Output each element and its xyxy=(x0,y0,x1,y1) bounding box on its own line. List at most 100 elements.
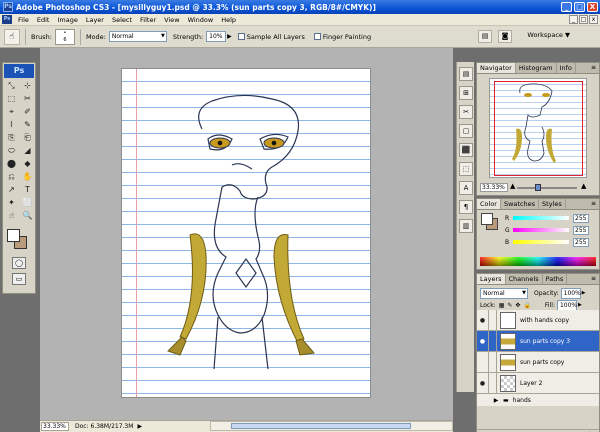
direct-select-icon[interactable]: ↗ xyxy=(4,184,19,196)
crop-tool-icon[interactable]: ✂ xyxy=(20,93,35,105)
lock-pixels-icon[interactable]: ✎ xyxy=(507,302,512,309)
green-value-input[interactable]: 255 xyxy=(573,225,589,235)
scroll-thumb[interactable] xyxy=(231,423,411,429)
workspace-menu[interactable]: Workspace ▼ xyxy=(527,31,570,39)
strength-arrow-icon[interactable]: ▶ xyxy=(227,33,232,40)
tab-navigator[interactable]: Navigator xyxy=(477,63,516,73)
foreground-color-swatch[interactable] xyxy=(7,229,20,242)
tab-swatches[interactable]: Swatches xyxy=(501,199,540,209)
brushes-panel-icon[interactable]: ▢ xyxy=(459,124,473,138)
layer-row-layer-2[interactable]: ● Layer 2 xyxy=(477,372,599,394)
menu-file[interactable]: File xyxy=(14,16,33,24)
zoom-out-icon[interactable]: ▲ xyxy=(510,182,515,190)
actions-panel-icon[interactable]: ⊞ xyxy=(459,86,473,100)
finger-painting-checkbox[interactable] xyxy=(313,33,321,40)
opacity-input[interactable]: 100% xyxy=(560,287,581,299)
gradient-tool-icon[interactable]: ⬭ xyxy=(4,145,19,157)
pen-tool-icon[interactable]: ◆ xyxy=(20,158,35,170)
zoom-slider-knob[interactable] xyxy=(535,184,541,191)
layer-link-slot[interactable] xyxy=(489,309,497,331)
layer-link-slot[interactable] xyxy=(489,330,497,352)
layer-row-sun-parts-copy-3[interactable]: ● sun parts copy 3 xyxy=(477,330,599,352)
hand-tool-icon[interactable]: ✋ xyxy=(20,171,35,183)
screen-mode-icon[interactable]: ▭ xyxy=(12,273,26,285)
layer-comps-icon[interactable]: ⬚ xyxy=(459,162,473,176)
history-brush-icon[interactable]: ⎘ xyxy=(4,132,19,144)
tab-info[interactable]: Info xyxy=(557,63,576,73)
menu-help[interactable]: Help xyxy=(217,16,240,24)
history-panel-icon[interactable]: ▤ xyxy=(459,67,473,81)
dodge-tool-icon[interactable]: ⬤ xyxy=(4,158,19,170)
menu-image[interactable]: Image xyxy=(53,16,81,24)
opacity-arrow-icon[interactable]: ▶ xyxy=(582,290,586,296)
navigator-zoom-field[interactable]: 33.33% xyxy=(480,183,508,192)
group-expand-arrow-icon[interactable]: ▶ xyxy=(489,397,503,404)
menu-filter[interactable]: Filter xyxy=(136,16,160,24)
eraser-tool-icon[interactable]: ⎗ xyxy=(20,132,35,144)
menu-window[interactable]: Window xyxy=(184,16,218,24)
lasso-tool-icon[interactable]: ⬚ xyxy=(4,93,19,105)
brush-picker[interactable]: • 6 xyxy=(54,28,75,45)
fill-arrow-icon[interactable]: ▶ xyxy=(578,302,582,308)
tab-histogram[interactable]: Histogram xyxy=(516,63,557,73)
layer-row-with-hands-copy[interactable]: ● with hands copy xyxy=(477,309,599,331)
layer-link-slot[interactable] xyxy=(489,351,497,373)
menu-layer[interactable]: Layer xyxy=(82,16,108,24)
blue-value-input[interactable]: 255 xyxy=(573,237,589,247)
styles-panel-icon[interactable]: ▥ xyxy=(459,219,473,233)
visibility-eye-icon[interactable]: ● xyxy=(477,309,489,331)
minimize-button[interactable]: _ xyxy=(561,2,572,12)
menu-edit[interactable]: Edit xyxy=(33,16,54,24)
visibility-eye-icon[interactable]: ● xyxy=(477,372,489,394)
tab-styles[interactable]: Styles xyxy=(539,199,566,209)
blur-tool-icon[interactable]: ◢ xyxy=(20,145,35,157)
horizontal-scrollbar[interactable] xyxy=(210,421,453,431)
green-slider[interactable] xyxy=(513,228,569,232)
lock-all-icon[interactable]: 🔒 xyxy=(523,302,530,309)
blue-slider[interactable] xyxy=(513,240,569,244)
zoom-in-icon[interactable]: ▲ xyxy=(581,182,586,190)
panel-menu-icon[interactable]: ≡ xyxy=(591,275,596,282)
color-foreground-swatch[interactable] xyxy=(481,213,493,225)
layer-link-slot[interactable] xyxy=(489,372,497,394)
color-spectrum-ramp[interactable] xyxy=(480,257,596,266)
sample-all-layers-checkbox[interactable] xyxy=(237,33,245,40)
path-select-icon[interactable]: ⎌ xyxy=(4,171,19,183)
red-value-input[interactable]: 255 xyxy=(573,213,589,223)
tab-color[interactable]: Color xyxy=(477,199,501,209)
navigator-preview[interactable] xyxy=(489,78,587,178)
move-tool-icon[interactable]: ⤡ xyxy=(4,80,19,92)
doc-minimize-button[interactable]: _ xyxy=(569,15,578,24)
brush-tool-icon[interactable]: ⌇ xyxy=(4,119,19,131)
panel-menu-icon[interactable]: ≡ xyxy=(591,64,596,71)
tab-layers[interactable]: Layers xyxy=(477,274,506,284)
tool-presets-icon[interactable]: ✂ xyxy=(459,105,473,119)
palette-well-icon[interactable]: ▤ xyxy=(478,30,492,43)
clone-source-icon[interactable]: ⬛ xyxy=(459,143,473,157)
close-button[interactable]: X xyxy=(587,2,598,12)
marquee-tool-icon[interactable]: ⊹ xyxy=(20,80,35,92)
layer-group-hands[interactable]: ▶ ▬ hands xyxy=(477,394,599,406)
lock-position-icon[interactable]: ✥ xyxy=(515,302,520,309)
visibility-eye-icon[interactable]: ● xyxy=(477,330,489,352)
visibility-eye-slot[interactable] xyxy=(477,351,489,373)
bridge-icon[interactable]: ◙ xyxy=(498,30,512,43)
menu-select[interactable]: Select xyxy=(108,16,136,24)
document-icon[interactable]: Ps xyxy=(2,15,12,24)
type-tool-icon[interactable]: T xyxy=(20,184,35,196)
doc-close-button[interactable]: x xyxy=(589,15,598,24)
doc-restore-button[interactable]: □ xyxy=(579,15,588,24)
notes-tool-icon[interactable]: ✦ xyxy=(4,197,19,209)
status-menu-arrow-icon[interactable]: ▶ xyxy=(137,423,142,430)
view-box[interactable] xyxy=(494,81,583,176)
tab-channels[interactable]: Channels xyxy=(506,274,543,284)
mode-select[interactable]: Normal xyxy=(108,31,167,42)
layer-row-sun-parts-copy[interactable]: sun parts copy xyxy=(477,351,599,373)
blend-mode-select[interactable]: Normal xyxy=(480,287,528,299)
zoom-tool-icon[interactable]: 🔍 xyxy=(20,210,35,222)
character-panel-icon[interactable]: A xyxy=(459,181,473,195)
paragraph-panel-icon[interactable]: ¶ xyxy=(459,200,473,214)
slice-tool-icon[interactable]: ⌖ xyxy=(4,106,19,118)
document-canvas[interactable] xyxy=(40,48,453,420)
clone-stamp-icon[interactable]: ✎ xyxy=(20,119,35,131)
